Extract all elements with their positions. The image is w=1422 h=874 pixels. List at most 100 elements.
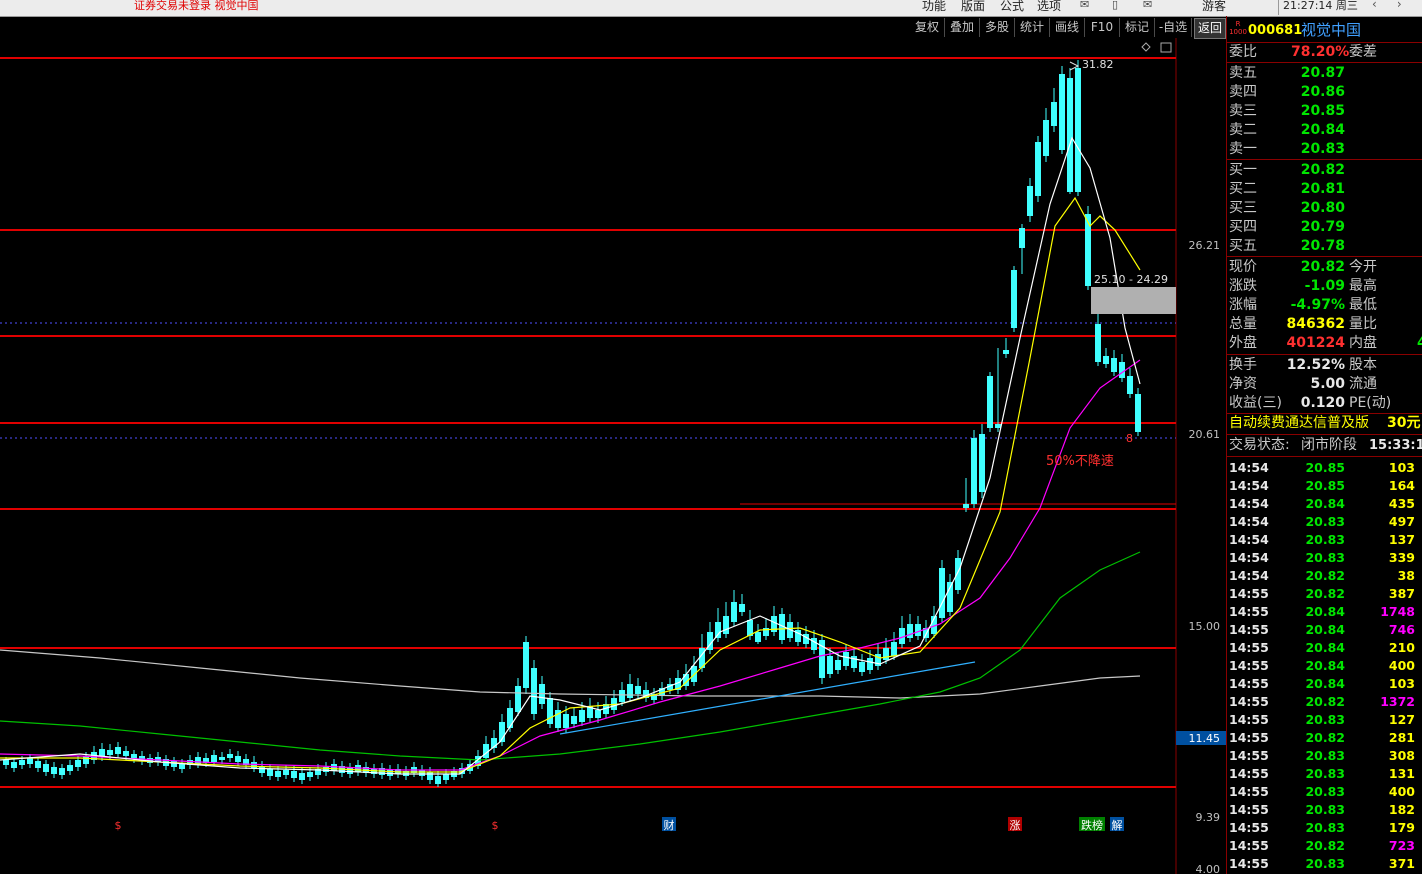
ask-price: 20.84 (1300, 122, 1345, 138)
bid-label: 买二 (1229, 181, 1257, 197)
candle-down (67, 765, 73, 771)
tick-time: 14:55 (1229, 802, 1269, 817)
promo-row[interactable]: 自动续费通达信普及版 30元 (1229, 414, 1420, 433)
stat-row: 涨幅 -4.97% 最低 (1229, 296, 1377, 315)
tick-volume: 137 (1388, 532, 1415, 547)
stat-value: 12.52% (1286, 357, 1345, 373)
ask-label: 卖一 (1229, 141, 1257, 157)
stat-value: -1.09 (1304, 278, 1345, 294)
promo-text[interactable]: 自动续费通达信普及版 (1229, 415, 1369, 431)
ask-row: 卖三 20.85 (1229, 102, 1345, 121)
price-axis-label: 11.45 (1189, 732, 1221, 745)
stat-label2: 最高 (1349, 278, 1377, 294)
tick-row: 14:54 20.85 164 (1229, 477, 1422, 495)
event-marker: 跌榜 (1081, 818, 1103, 832)
range-label: 25.10 - 24.29 (1094, 273, 1168, 286)
candle-down (27, 758, 33, 764)
tick-row: 14:55 20.83 127 (1229, 711, 1422, 729)
ask-price: 20.86 (1300, 84, 1345, 100)
candle-down (571, 716, 577, 724)
candle-down (859, 662, 865, 672)
maximize-icon (1160, 42, 1172, 53)
tick-volume: 400 (1388, 658, 1415, 673)
candle-down (939, 568, 945, 618)
candle-down (1095, 324, 1101, 362)
menu-formula[interactable]: 公式 (1000, 0, 1024, 14)
ask-price: 20.83 (1300, 141, 1345, 157)
tick-price: 20.83 (1305, 514, 1345, 529)
draw-line-button[interactable]: 画线 (1050, 18, 1085, 37)
ask-price: 20.85 (1300, 103, 1345, 119)
tick-volume: 210 (1388, 640, 1415, 655)
lock-icon[interactable]: ▯ (1112, 0, 1118, 11)
candle-down (595, 710, 601, 718)
ask-row: 卖二 20.84 (1229, 121, 1345, 140)
tick-price: 20.83 (1305, 784, 1345, 799)
candle-down (195, 757, 201, 764)
menu-layout[interactable]: 版面 (961, 0, 985, 14)
candle-down (915, 624, 921, 636)
price-axis-label: 4.00 (1196, 863, 1221, 874)
mail-icon[interactable]: ✉ (1080, 0, 1089, 11)
tick-time: 14:55 (1229, 604, 1269, 619)
tick-time: 14:54 (1229, 568, 1269, 583)
stat-label2: 量比 (1349, 316, 1377, 332)
multi-stock-button[interactable]: 多股 (980, 18, 1015, 37)
bid-label: 买四 (1229, 219, 1257, 235)
candle-down (635, 686, 641, 694)
tick-volume: 103 (1388, 676, 1415, 691)
candle-down (547, 698, 553, 724)
nav-arrows[interactable]: ‹› (1372, 0, 1422, 11)
price-axis-label: 15.00 (1189, 620, 1221, 633)
stat-row: 现价 20.82 今开 (1229, 258, 1377, 277)
tick-volume: 182 (1388, 802, 1415, 817)
back-button[interactable]: 返回 (1194, 18, 1226, 39)
f10-button[interactable]: F10 (1085, 18, 1120, 37)
diamond-icon (1141, 42, 1151, 52)
tick-row: 14:55 20.82 387 (1229, 585, 1422, 603)
tick-time: 14:55 (1229, 784, 1269, 799)
ask-label: 卖四 (1229, 84, 1257, 100)
tick-price: 20.83 (1305, 748, 1345, 763)
candle-down (827, 656, 833, 674)
candle-down (731, 602, 737, 622)
candle-down (907, 624, 913, 638)
menu-function[interactable]: 功能 (922, 0, 946, 14)
menu-options[interactable]: 选项 (1037, 0, 1061, 14)
candle-down (843, 652, 849, 666)
tick-time: 14:55 (1229, 694, 1269, 709)
message-icon[interactable]: ✉ (1143, 0, 1152, 11)
forward-arrow-icon[interactable]: › (1397, 0, 1422, 11)
candle-down (3, 760, 9, 765)
tick-price: 20.83 (1305, 856, 1345, 871)
watchlist-button[interactable]: -自选 (1155, 18, 1192, 37)
candle-down (1103, 356, 1109, 364)
bid-label: 买三 (1229, 200, 1257, 216)
ask-label: 卖二 (1229, 122, 1257, 138)
kline-chart[interactable]: 26.21 20.61 15.00 11.45 9.39 4.00 31.82 25.10 … (0, 38, 1226, 874)
tick-row: 14:55 20.84 1748 (1229, 603, 1422, 621)
candle-down (531, 668, 537, 714)
bid-price: 20.78 (1300, 238, 1345, 254)
stat-value: 0.120 (1300, 395, 1345, 411)
price-axis-label: 20.61 (1189, 428, 1221, 441)
menu-guest[interactable]: 游客 (1202, 0, 1226, 14)
back-arrow-icon[interactable]: ‹ (1372, 0, 1397, 11)
mark-button[interactable]: 标记 (1120, 18, 1155, 37)
bid-row: 买五 20.78 (1229, 237, 1345, 256)
weibi-row: 委比 78.20% 委差 (1229, 44, 1377, 60)
price-axis-label: 26.21 (1189, 239, 1221, 252)
stat-label: 涨幅 (1229, 297, 1257, 313)
overlay-button[interactable]: 叠加 (945, 18, 980, 37)
ma10-line (0, 196, 1141, 773)
restore-rights-button[interactable]: 复权 (910, 18, 945, 37)
note-label: 50%不降速 (1046, 454, 1114, 469)
candle-down (755, 632, 761, 642)
candle-down (51, 767, 57, 774)
tick-row: 14:55 20.83 371 (1229, 855, 1422, 873)
candle-down (1111, 358, 1117, 372)
candle-down (1051, 102, 1057, 126)
statistics-button[interactable]: 统计 (1015, 18, 1050, 37)
candle-down (1043, 120, 1049, 156)
tick-row: 14:55 20.83 308 (1229, 747, 1422, 765)
